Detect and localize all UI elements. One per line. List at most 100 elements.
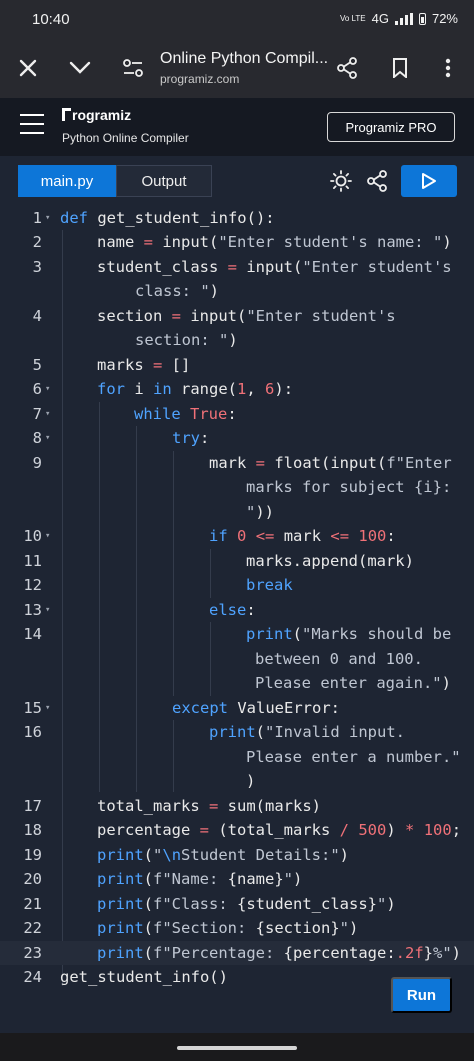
code-text: if 0 <= mark <= 100: — [209, 527, 396, 545]
code-line[interactable]: 4 section = input("Enter student's — [0, 304, 474, 328]
battery-level: 72% — [431, 11, 458, 26]
page-title[interactable]: Online Python Compil... — [160, 50, 328, 68]
tab-main-py[interactable]: main.py — [18, 165, 116, 197]
code-text: for i in range(1, 6): — [97, 380, 294, 398]
code-text: name = input("Enter student's name: ") — [97, 233, 452, 251]
code-line[interactable]: 20 print(f"Name: {name}") — [0, 867, 474, 891]
logo-text: rogramiz — [72, 107, 132, 123]
chevron-down-icon[interactable] — [64, 52, 96, 84]
run-play-button[interactable] — [401, 165, 457, 197]
line-number: 21 — [23, 895, 42, 913]
code-line[interactable]: 5 marks = [] — [0, 353, 474, 377]
page-host[interactable]: programiz.com — [160, 72, 239, 86]
tab-output[interactable]: Output — [116, 165, 212, 197]
code-line[interactable]: 2 name = input("Enter student's name: ") — [0, 230, 474, 254]
fold-arrow-icon[interactable]: ▾ — [45, 426, 50, 450]
home-indicator[interactable] — [177, 1046, 297, 1050]
code-line[interactable]: section: ") — [0, 328, 474, 352]
line-number: 14 — [23, 625, 42, 643]
code-line[interactable]: marks for subject {i}: — [0, 475, 474, 499]
fold-arrow-icon[interactable]: ▾ — [45, 598, 50, 622]
code-line-active[interactable]: 23 print(f"Percentage: {percentage:.2f}%"… — [0, 941, 474, 965]
code-line[interactable]: 7 ▾ while True: — [0, 402, 474, 426]
run-button[interactable]: Run — [391, 977, 452, 1013]
line-number: 3 — [32, 258, 42, 276]
share-icon[interactable] — [331, 52, 363, 84]
code-text: student_class = input("Enter student's — [97, 258, 452, 276]
line-number: 17 — [23, 797, 42, 815]
line-number: 6 — [32, 380, 42, 398]
status-time: 10:40 — [32, 11, 70, 28]
line-number: 20 — [23, 870, 42, 888]
code-text: mark = float(input(f"Enter — [209, 454, 452, 472]
code-text: break — [246, 576, 293, 594]
code-line[interactable]: 8 ▾ try: — [0, 426, 474, 450]
share-code-icon[interactable] — [366, 170, 388, 192]
line-number: 13 — [23, 601, 42, 619]
code-text: try: — [172, 429, 210, 447]
more-vert-icon[interactable] — [432, 52, 464, 84]
code-line[interactable]: ")) — [0, 500, 474, 524]
code-line[interactable]: 11 marks.append(mark) — [0, 549, 474, 573]
code-line[interactable]: 10 ▾ if 0 <= mark <= 100: — [0, 524, 474, 548]
fold-arrow-icon[interactable]: ▾ — [45, 524, 50, 548]
line-number: 24 — [23, 968, 42, 986]
code-line[interactable]: 1 ▾ def get_student_info(): — [0, 206, 474, 230]
sun-icon[interactable] — [330, 170, 352, 192]
status-indicators: Vo LTE 4G 72% — [340, 11, 458, 26]
line-number: 5 — [32, 356, 42, 374]
code-line[interactable]: 17 total_marks = sum(marks) — [0, 794, 474, 818]
battery-icon — [418, 12, 426, 25]
code-line[interactable]: 3 student_class = input("Enter student's — [0, 255, 474, 279]
code-text: Please enter a number." — [246, 748, 461, 766]
fold-arrow-icon[interactable]: ▾ — [45, 402, 50, 426]
code-line[interactable]: ) — [0, 769, 474, 793]
code-text: section: ") — [135, 331, 238, 349]
line-number: 18 — [23, 821, 42, 839]
line-number: 9 — [32, 454, 42, 472]
tune-icon[interactable] — [117, 52, 149, 84]
code-text: class: ") — [135, 282, 219, 300]
programiz-logo[interactable]: rogramiz — [62, 107, 131, 123]
code-line[interactable]: 12 break — [0, 573, 474, 597]
code-text: print(f"Section: {section}") — [97, 919, 359, 937]
line-number: 4 — [32, 307, 42, 325]
code-text: ) — [246, 772, 256, 790]
code-text: print("Marks should be — [246, 625, 452, 643]
code-text: else: — [209, 601, 256, 619]
code-line[interactable]: 16 print("Invalid input. — [0, 720, 474, 744]
code-line[interactable]: class: ") — [0, 279, 474, 303]
code-text: print(f"Class: {student_class}") — [97, 895, 396, 913]
fold-arrow-icon[interactable]: ▾ — [45, 696, 50, 720]
code-text: def get_student_info(): — [60, 209, 275, 227]
line-number: 16 — [23, 723, 42, 741]
fold-arrow-icon[interactable]: ▾ — [45, 206, 50, 230]
code-line[interactable]: 14 print("Marks should be — [0, 622, 474, 646]
code-line[interactable]: between 0 and 100. — [0, 647, 474, 671]
code-line[interactable]: 21 print(f"Class: {student_class}") — [0, 892, 474, 916]
logo-mark-icon — [62, 108, 71, 121]
code-line[interactable]: 6 ▾ for i in range(1, 6): — [0, 377, 474, 401]
code-line[interactable]: 19 print("\nStudent Details:") — [0, 843, 474, 867]
line-number: 15 — [23, 699, 42, 717]
code-line[interactable]: 22 print(f"Section: {section}") — [0, 916, 474, 940]
code-line[interactable]: 9 mark = float(input(f"Enter — [0, 451, 474, 475]
code-line[interactable]: 18 percentage = (total_marks / 500) * 100… — [0, 818, 474, 842]
line-number: 22 — [23, 919, 42, 937]
programiz-pro-button[interactable]: Programiz PRO — [327, 112, 455, 142]
hamburger-icon[interactable] — [20, 114, 44, 136]
signal-icon — [394, 12, 413, 25]
code-text: print("Invalid input. — [209, 723, 405, 741]
code-line[interactable]: 13 ▾ else: — [0, 598, 474, 622]
code-text: section = input("Enter student's — [97, 307, 396, 325]
code-line[interactable]: 15 ▾ except ValueError: — [0, 696, 474, 720]
code-line[interactable]: Please enter again.") — [0, 671, 474, 695]
code-line[interactable]: Please enter a number." — [0, 745, 474, 769]
line-number: 7 — [32, 405, 42, 423]
code-text: Please enter again.") — [255, 674, 451, 692]
fold-arrow-icon[interactable]: ▾ — [45, 377, 50, 401]
code-editor[interactable]: 1 ▾ def get_student_info(): 2 name = input(… — [0, 206, 474, 1028]
bookmark-icon[interactable] — [384, 52, 416, 84]
code-text: total_marks = sum(marks) — [97, 797, 321, 815]
close-icon[interactable] — [12, 52, 44, 84]
